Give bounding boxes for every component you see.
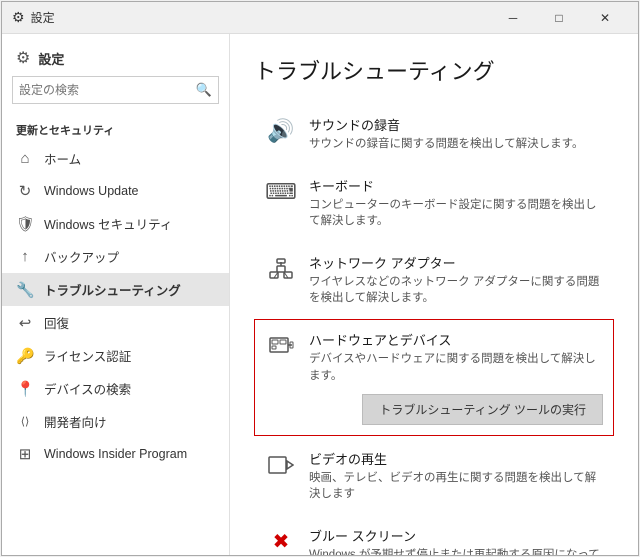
bsod-icon: ✖	[265, 526, 297, 555]
sidebar-item-backup[interactable]: ↑ バックアップ	[2, 240, 229, 273]
hardware-row: ハードウェアとデバイス デバイスやハードウェアに関する問題を検出して解決します。	[265, 330, 603, 383]
title-bar-left: ⚙ 設定	[12, 9, 55, 26]
sidebar-item-label: 開発者向け	[44, 412, 107, 431]
update-icon: ↻	[16, 182, 34, 200]
sidebar-header: ⚙ 設定	[2, 34, 229, 76]
sound-icon: 🔊	[265, 115, 297, 147]
sidebar-item-label: Windows Insider Program	[44, 447, 187, 461]
key-icon: 🔑	[16, 347, 34, 365]
sidebar-section-label: 更新とセキュリティ	[2, 112, 229, 142]
trouble-text-video: ビデオの再生 映画、テレビ、ビデオの再生に関する問題を検出して解決します	[309, 449, 603, 502]
sidebar-item-label: ホーム	[44, 149, 81, 168]
sidebar-item-home[interactable]: ⌂ ホーム	[2, 142, 229, 175]
home-icon: ⌂	[16, 150, 34, 167]
video-icon	[265, 449, 297, 481]
trouble-item-hardware[interactable]: ハードウェアとデバイス デバイスやハードウェアに関する問題を検出して解決します。…	[254, 319, 614, 435]
trouble-item-bsod[interactable]: ✖ ブルー スクリーン Windows が予期せず停止または再起動する原因になっ…	[254, 515, 614, 555]
maximize-button[interactable]: □	[536, 2, 582, 34]
settings-window: ⚙ 設定 ─ □ ✕ ⚙ 設定 🔍 更新とセキュリティ ⌂ ホーム	[1, 1, 639, 556]
wrench-icon: 🔧	[16, 281, 34, 299]
search-input[interactable]	[13, 83, 190, 97]
sidebar-item-label: バックアップ	[44, 247, 119, 266]
sidebar: ⚙ 設定 🔍 更新とセキュリティ ⌂ ホーム ↻ Windows Update …	[2, 34, 230, 555]
trouble-text-bsod: ブルー スクリーン Windows が予期せず停止または再起動する原因になってい…	[309, 526, 603, 555]
sidebar-item-label: 回復	[44, 313, 69, 332]
trouble-item-sound[interactable]: 🔊 サウンドの録音 サウンドの録音に関する問題を検出して解決します。	[254, 104, 614, 163]
window-title: 設定	[31, 9, 55, 26]
sidebar-title: 設定	[38, 49, 64, 68]
sidebar-item-windows-security[interactable]: 🛡 Windows セキュリティ	[2, 207, 229, 240]
page-title: トラブルシューティング	[254, 54, 614, 86]
dev-icon: ⟨⟩	[16, 415, 34, 428]
hardware-icon	[265, 330, 297, 362]
trouble-item-network[interactable]: ネットワーク アダプター ワイヤレスなどのネットワーク アダプターに関する問題を…	[254, 242, 614, 317]
trouble-item-video[interactable]: ビデオの再生 映画、テレビ、ビデオの再生に関する問題を検出して解決します	[254, 438, 614, 513]
keyboard-icon: ⌨	[265, 176, 297, 208]
windows-icon: ⊞	[16, 445, 34, 463]
trouble-text-hardware: ハードウェアとデバイス デバイスやハードウェアに関する問題を検出して解決します。	[309, 330, 603, 383]
minimize-button[interactable]: ─	[490, 2, 536, 34]
search-box[interactable]: 🔍	[12, 76, 219, 104]
sidebar-item-recovery[interactable]: ↩ 回復	[2, 306, 229, 339]
sidebar-item-activation[interactable]: 🔑 ライセンス認証	[2, 339, 229, 372]
run-troubleshooter-button[interactable]: トラブルシューティング ツールの実行	[362, 394, 603, 425]
content-area: ⚙ 設定 🔍 更新とセキュリティ ⌂ ホーム ↻ Windows Update …	[2, 34, 638, 555]
sidebar-item-troubleshoot[interactable]: 🔧 トラブルシューティング	[2, 273, 229, 306]
title-bar-controls: ─ □ ✕	[490, 2, 628, 34]
sidebar-item-windows-update[interactable]: ↻ Windows Update	[2, 175, 229, 207]
sidebar-item-label: トラブルシューティング	[44, 280, 181, 299]
sidebar-item-label: Windows セキュリティ	[44, 214, 172, 233]
recovery-icon: ↩	[16, 314, 34, 332]
sidebar-item-find-device[interactable]: 📍 デバイスの検索	[2, 372, 229, 405]
main-content: トラブルシューティング 🔊 サウンドの録音 サウンドの録音に関する問題を検出して…	[230, 34, 638, 555]
trouble-item-keyboard[interactable]: ⌨ キーボード コンピューターのキーボード設定に関する問題を検出して解決します。	[254, 165, 614, 240]
search-button[interactable]: 🔍	[190, 76, 218, 104]
sidebar-item-insider[interactable]: ⊞ Windows Insider Program	[2, 438, 229, 470]
app-icon: ⚙	[12, 9, 25, 26]
sidebar-item-label: デバイスの検索	[44, 379, 131, 398]
sidebar-item-developer[interactable]: ⟨⟩ 開発者向け	[2, 405, 229, 438]
backup-icon: ↑	[16, 248, 34, 265]
title-bar: ⚙ 設定 ─ □ ✕	[2, 2, 638, 34]
trouble-text-sound: サウンドの録音 サウンドの録音に関する問題を検出して解決します。	[309, 115, 603, 152]
sidebar-item-label: ライセンス認証	[44, 346, 131, 365]
close-button[interactable]: ✕	[582, 2, 628, 34]
trouble-text-keyboard: キーボード コンピューターのキーボード設定に関する問題を検出して解決します。	[309, 176, 603, 229]
network-icon	[265, 253, 297, 285]
sidebar-item-label: Windows Update	[44, 184, 139, 198]
location-icon: 📍	[16, 380, 34, 398]
settings-icon: ⚙	[16, 48, 30, 68]
shield-icon: 🛡	[16, 215, 34, 233]
trouble-text-network: ネットワーク アダプター ワイヤレスなどのネットワーク アダプターに関する問題を…	[309, 253, 603, 306]
